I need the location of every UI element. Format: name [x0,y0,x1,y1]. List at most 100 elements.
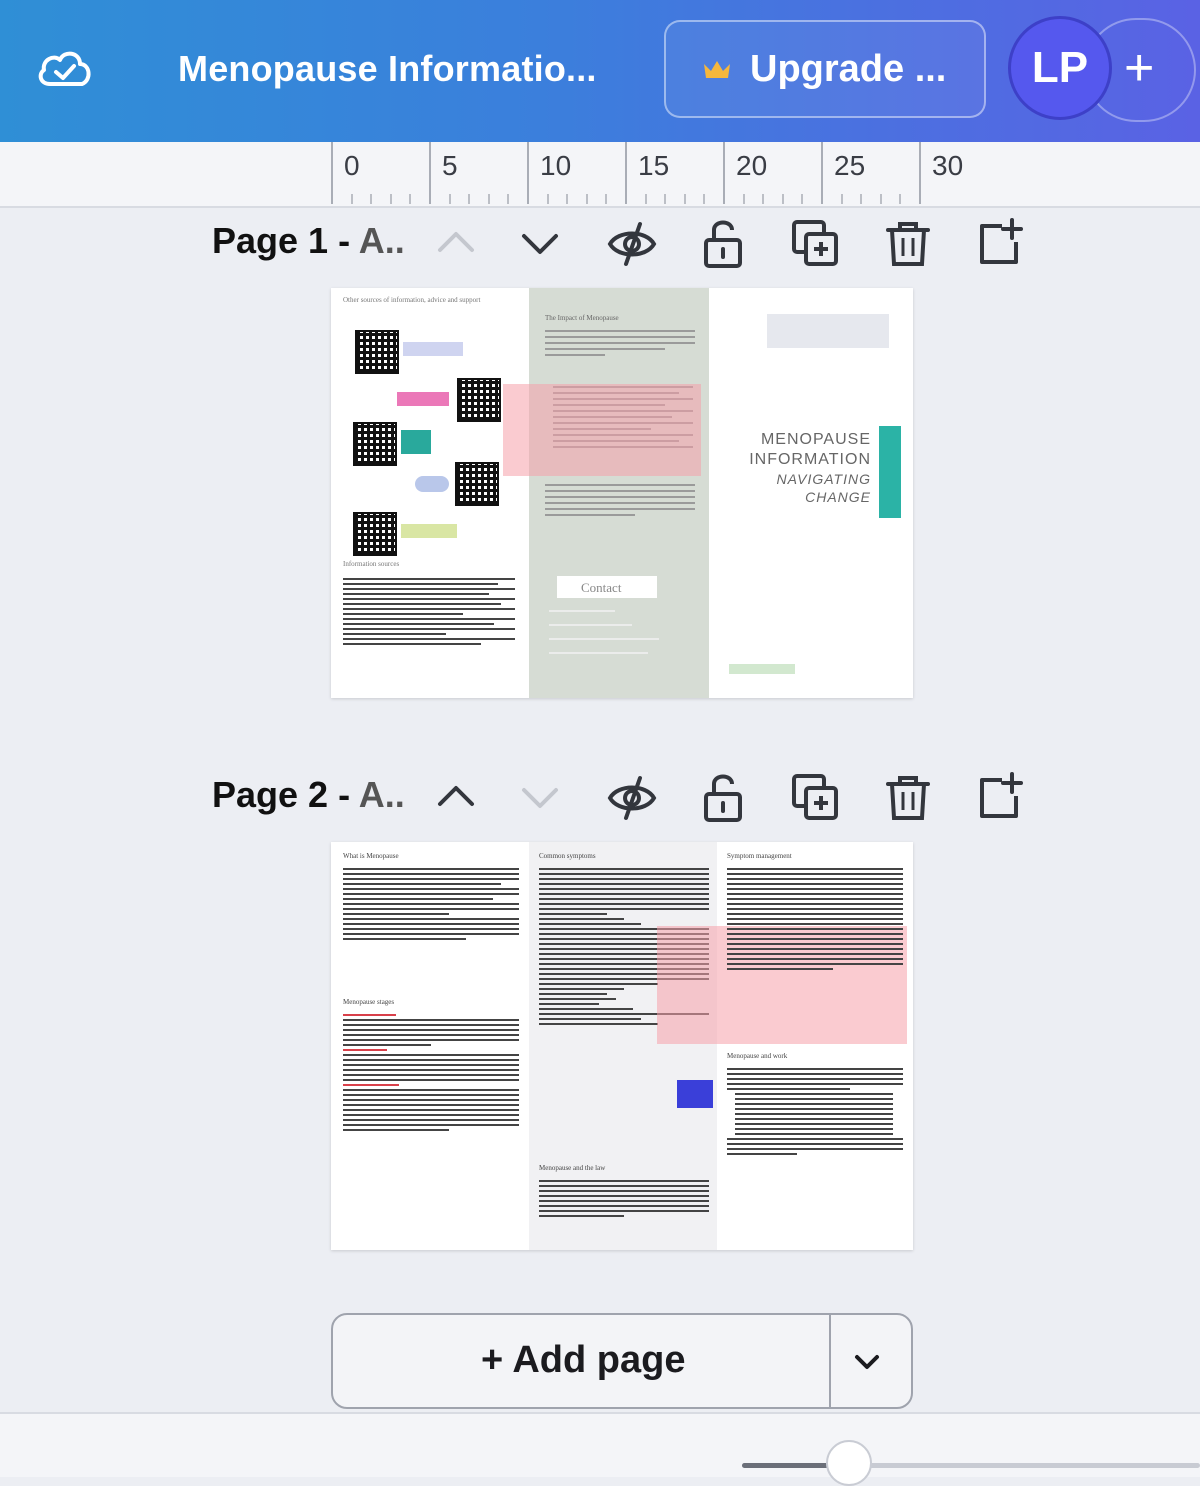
logo [401,430,431,454]
trash-icon [886,776,930,820]
avatar[interactable]: LP [1008,16,1112,120]
add-page-button-group: + Add page [331,1313,913,1409]
ruler-ticks [331,142,921,204]
lock-page-button[interactable] [696,770,752,826]
ruler-label: 0 [344,150,360,181]
column-symptom-management: Symptom management Menopause and work [717,842,913,1250]
chevron-up-icon [438,232,474,252]
eye-hidden-icon [607,222,657,266]
editor-header: Menopause Informatio... Upgrade ... + LP [0,0,1200,142]
unlock-icon [704,220,742,268]
page-header-2: Page 2 - A.. [212,770,1200,830]
move-page-down-button[interactable] [512,770,568,826]
logo [403,342,463,356]
qr-code [353,422,397,466]
cover-title: MENOPAUSE INFORMATION NAVIGATING CHANGE [749,430,871,506]
page-title[interactable]: Page 2 - A.. [212,774,405,816]
duplicate-page-button[interactable] [788,216,844,272]
add-page-label: + Add page [481,1339,686,1381]
qr-code [455,462,499,506]
cover-title-line: MENOPAUSE [760,431,871,448]
page-name: A.. [358,220,405,261]
impact-heading: The Impact of Menopause [545,314,619,322]
unlock-icon [704,774,742,822]
column-heading: Common symptoms [539,852,596,860]
column-heading: Symptom management [727,852,792,860]
page-thumbnail-1[interactable]: Other sources of information, advice and… [331,288,913,698]
hide-page-button[interactable] [604,770,660,826]
move-page-up-button[interactable] [428,770,484,826]
add-page-button[interactable]: + Add page [333,1315,831,1407]
body-text [545,330,695,360]
document-title[interactable]: Menopause Informatio... [178,48,608,90]
chevron-up-icon [438,786,474,806]
qr-code [457,378,501,422]
contact-details [549,610,659,658]
accent-bar [879,426,901,518]
ruler-label: 25 [834,150,866,181]
move-page-up-button[interactable] [428,216,484,272]
page-number: Page 2 - [212,774,351,815]
image-thumbnail [677,1080,713,1108]
lock-page-button[interactable] [696,216,752,272]
highlight-region [503,384,701,476]
column-subheading: Menopause and the law [539,1164,606,1172]
qr-code [355,330,399,374]
chevron-down-icon [522,234,558,254]
sources-heading: Information sources [343,560,400,568]
ruler-label: 15 [638,150,670,181]
column-common-symptoms: Common symptoms Menopause and the law [529,842,717,1250]
upgrade-label: Upgrade ... [750,48,947,90]
body-text [343,868,519,943]
duplicate-icon [792,774,838,820]
body-text [343,578,515,648]
panel-impact: The Impact of Menopause Contact [529,288,709,698]
ruler-label: 5 [442,150,458,181]
cover-subtitle-line: CHANGE [805,489,871,505]
chevron-down-icon [522,788,558,808]
cover-title-line: INFORMATION [749,451,871,468]
page-number: Page 1 - [212,220,351,261]
crown-icon [704,61,730,78]
contact-button: Contact [557,576,657,598]
placeholder-box [767,314,889,348]
hide-page-button[interactable] [604,216,660,272]
qr-code [353,512,397,556]
eye-hidden-icon [607,776,657,820]
logo [397,392,449,406]
add-page-options-button[interactable] [849,1345,885,1386]
footer-logo [729,664,795,674]
ruler [0,142,1200,208]
page-name: A.. [358,774,405,815]
cover-subtitle-line: NAVIGATING [776,471,871,487]
add-page-after-button[interactable] [972,216,1028,272]
panel-cover: MENOPAUSE INFORMATION NAVIGATING CHANGE [709,288,913,698]
body-text [545,484,695,520]
ruler-label: 10 [540,150,572,181]
trash-icon [886,222,930,266]
body-text [539,1180,709,1220]
upgrade-button[interactable]: Upgrade ... [664,20,986,118]
logo [415,476,449,492]
delete-page-button[interactable] [880,770,936,826]
add-page-icon [980,218,1023,264]
delete-page-button[interactable] [880,216,936,272]
contact-label: Contact [581,580,622,595]
column-what-is-menopause: What is Menopause Menopause stages [331,842,529,1250]
move-page-down-button[interactable] [512,216,568,272]
duplicate-page-button[interactable] [788,770,844,826]
logo [401,524,457,538]
body-text [727,868,903,973]
column-heading: What is Menopause [343,852,399,860]
cloud-saved-icon[interactable] [34,44,94,94]
chevron-down-icon [855,1355,879,1369]
page-thumbnail-2[interactable]: What is Menopause Menopause stages Commo… [331,842,913,1250]
add-page-after-button[interactable] [972,770,1028,826]
resources-heading: Other sources of information, advice and… [343,296,481,304]
plus-icon: + [1124,39,1155,97]
panel-resources: Other sources of information, advice and… [331,288,529,698]
zoom-slider-handle[interactable] [826,1440,872,1486]
ruler-label: 20 [736,150,768,181]
page-header-1: Page 1 - A.. [212,216,1200,276]
page-title[interactable]: Page 1 - A.. [212,220,405,262]
